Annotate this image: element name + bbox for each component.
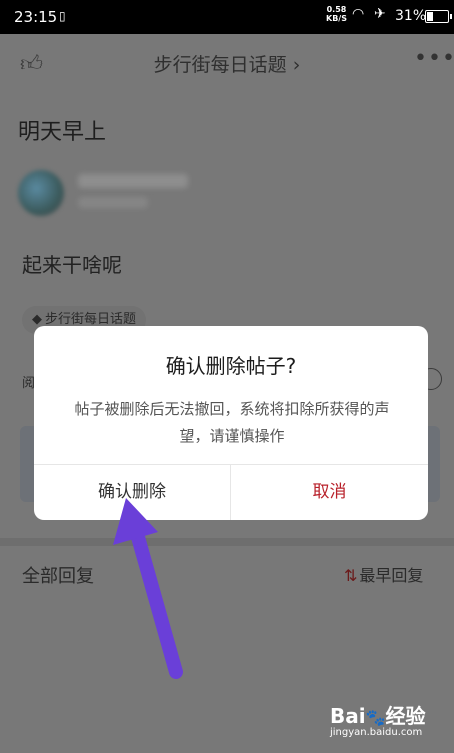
paw-icon: 🐾 — [365, 708, 386, 727]
watermark-url: jingyan.baidu.com — [330, 727, 423, 738]
watermark-suffix: 经验 — [385, 704, 426, 728]
watermark-brand: Bai — [330, 704, 366, 728]
annotation-arrow — [113, 498, 183, 679]
baidu-jingyan-watermark: Bai🐾经验 jingyan.baidu.com — [330, 700, 426, 738]
